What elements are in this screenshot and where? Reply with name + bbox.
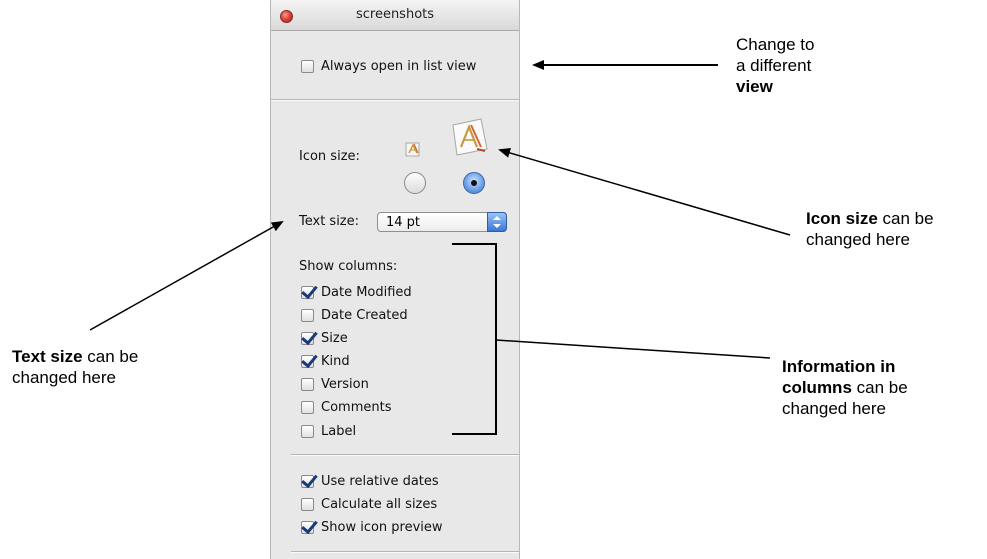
icon-size-arrow: [498, 148, 791, 236]
view-callout-line2: a different: [736, 56, 812, 75]
icon-size-callout-line2: changed here: [806, 230, 910, 249]
view-callout-bold: view: [736, 77, 773, 96]
view-callout-line1: Change to: [736, 35, 815, 54]
columns-callout-bold1: Information in: [782, 357, 896, 376]
text-size-callout-line2: changed here: [12, 368, 116, 387]
text-size-callout-rest: can be: [82, 347, 139, 366]
columns-callout-line3: changed here: [782, 399, 886, 418]
text-size-arrow: [89, 221, 284, 331]
columns-bracket: [452, 243, 497, 435]
columns-callout-rest: can be: [851, 378, 908, 397]
text-size-callout: Text size can be changed here: [12, 346, 138, 388]
icon-size-callout: Icon size can be changed here: [806, 208, 934, 250]
icon-size-callout-rest: can be: [877, 209, 934, 228]
icon-size-callout-bold: Icon size: [806, 209, 878, 228]
columns-line: [495, 339, 771, 359]
columns-callout-bold2: columns: [782, 378, 852, 397]
view-callout: Change to a different view: [736, 34, 814, 97]
annotation-arrows: [89, 60, 791, 435]
text-size-callout-bold: Text size: [12, 347, 83, 366]
columns-callout: Information in columns can be changed he…: [782, 356, 908, 419]
